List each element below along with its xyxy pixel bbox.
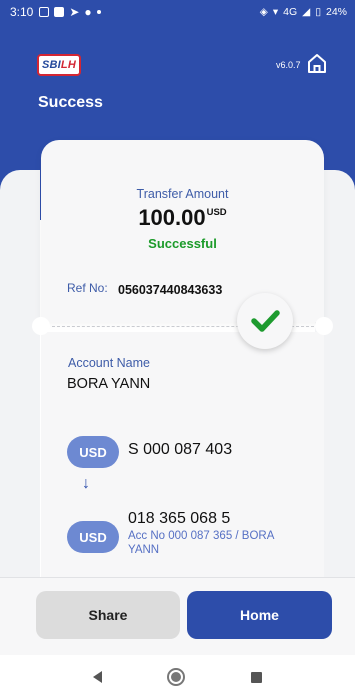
background-panel-left	[0, 170, 40, 590]
gallery-icon	[39, 7, 50, 17]
reference-label: Ref No:	[67, 281, 108, 295]
wifi-icon: ▾	[272, 6, 279, 18]
arrow-down-icon: ↓	[82, 475, 90, 492]
home-circle-icon[interactable]	[167, 668, 186, 686]
logo-main-text: SBI	[41, 59, 61, 71]
ticket-notch-right	[315, 317, 333, 335]
vibrate-icon: ◈	[259, 6, 268, 18]
transfer-amount: 100.00USD	[41, 205, 324, 231]
home-icon[interactable]	[306, 52, 328, 74]
network-label: 4G	[283, 6, 298, 18]
transfer-amount-label: Transfer Amount	[136, 187, 229, 201]
success-check-icon	[237, 293, 293, 349]
battery-level: 24%	[325, 6, 347, 18]
to-account-number: 018 365 068 5	[128, 510, 231, 527]
recent-apps-icon[interactable]	[251, 671, 263, 683]
more-notifications-icon	[96, 10, 101, 14]
logo-accent-text: LH	[60, 59, 76, 71]
back-icon[interactable]	[92, 671, 102, 683]
share-button[interactable]: Share	[36, 591, 180, 639]
reference-number: 056037440843633	[118, 283, 223, 297]
amount-currency: USD	[206, 207, 227, 218]
home-circle-inner	[171, 672, 182, 682]
system-nav-bar	[0, 656, 355, 698]
account-name-label: Account Name	[68, 356, 150, 370]
amount-value: 100.00	[138, 205, 206, 230]
transfer-status: Successful	[148, 236, 217, 251]
notification-icon	[54, 7, 65, 17]
app-version: v6.0.7	[276, 60, 301, 70]
status-time: 3:10	[10, 5, 34, 19]
from-account-number: S 000 087 403	[128, 441, 233, 458]
notification-icons: ➤ ●	[39, 5, 101, 19]
messenger-icon: ●	[84, 5, 92, 19]
page-title: Success	[38, 94, 103, 111]
to-account-detail: Acc No 000 087 365 / BORA YANN	[128, 530, 274, 556]
system-icons: ◈ ▾ 4G ◢ ▯ 24%	[260, 6, 347, 18]
send-icon: ➤	[69, 5, 80, 19]
home-button[interactable]: Home	[187, 591, 332, 639]
signal-icon: ◢	[302, 6, 311, 18]
sbilh-logo: SBI LH	[37, 54, 81, 76]
ticket-notch-left	[32, 317, 50, 335]
to-currency-badge: USD	[67, 521, 119, 553]
from-currency-badge: USD	[67, 436, 119, 468]
status-bar: 3:10 ➤ ● ◈ ▾ 4G ◢ ▯ 24%	[0, 0, 355, 24]
account-name-value: BORA YANN	[67, 376, 151, 392]
battery-icon: ▯	[315, 6, 321, 18]
